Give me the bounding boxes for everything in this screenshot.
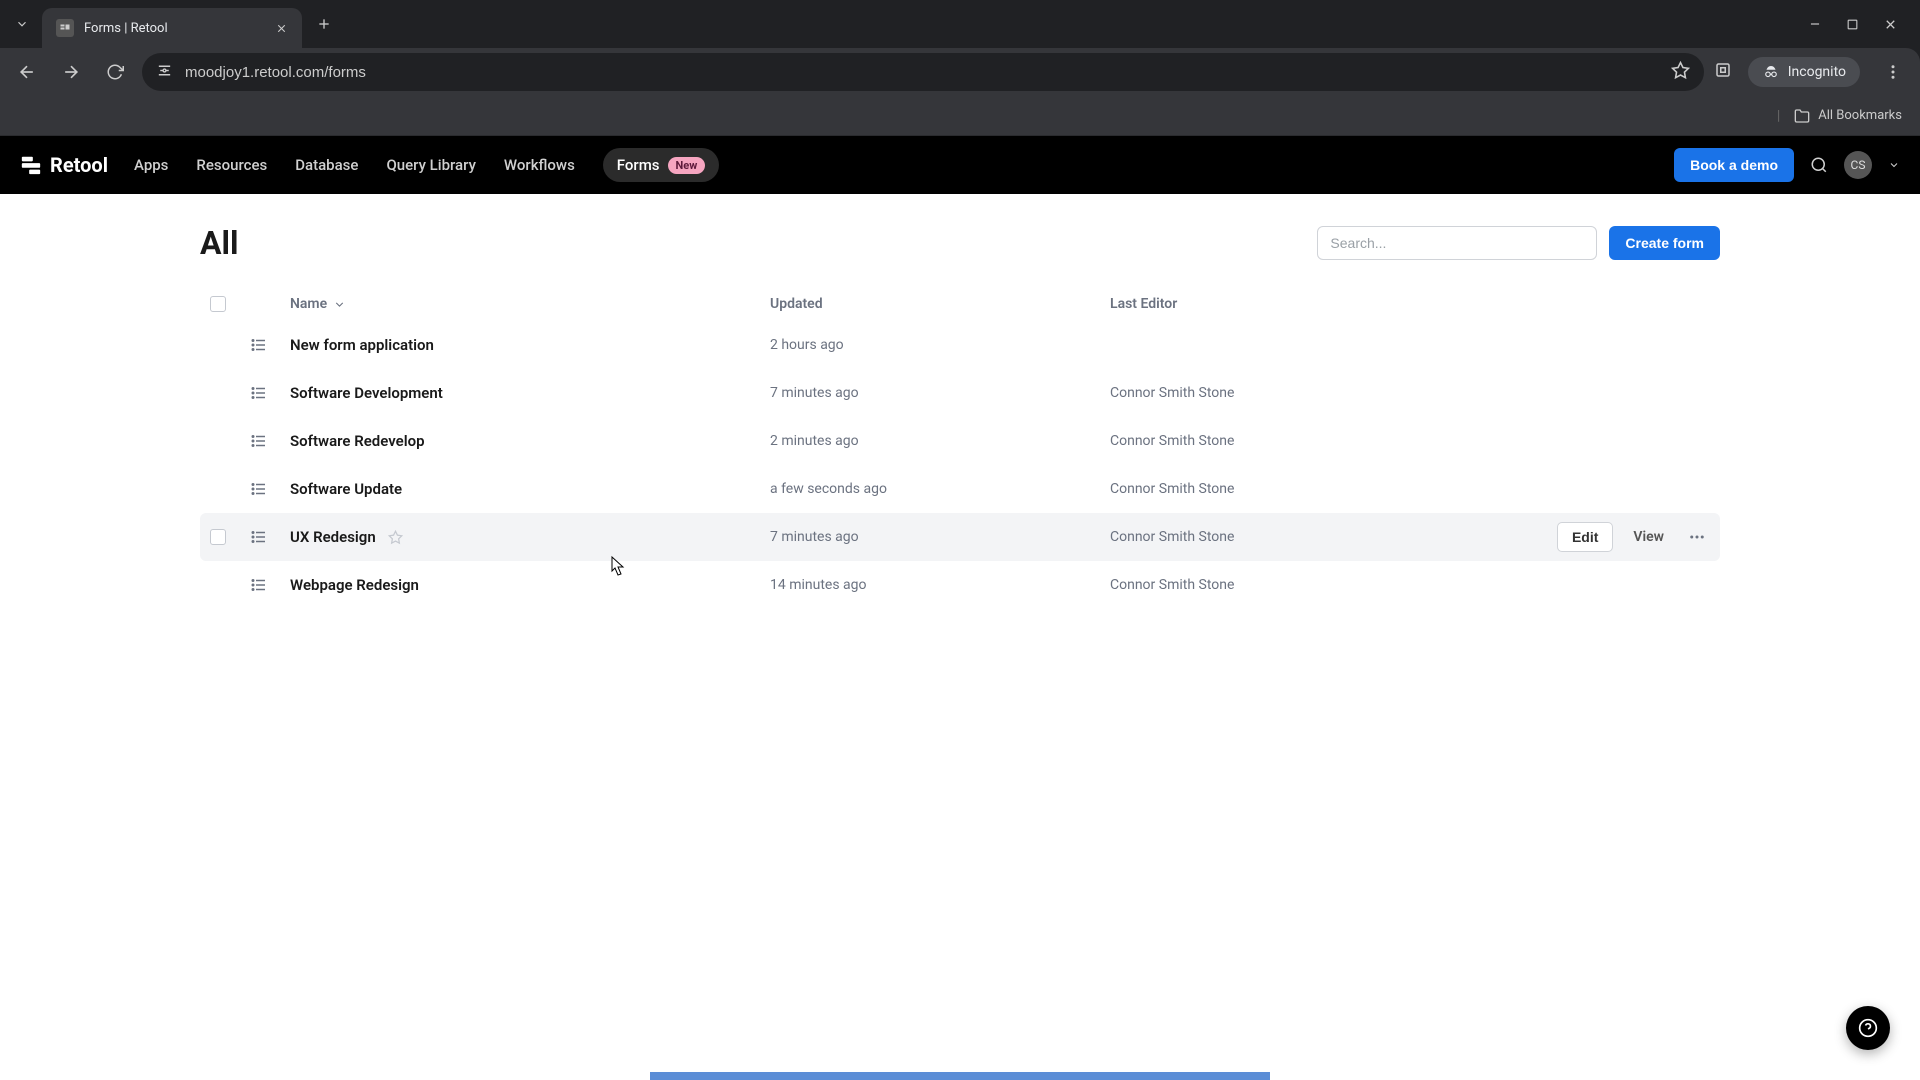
- column-updated-header[interactable]: Updated: [770, 296, 1110, 312]
- row-checkbox[interactable]: [210, 529, 226, 545]
- forms-table: Name Updated Last Editor New form applic…: [200, 288, 1720, 609]
- row-editor: Connor Smith Stone: [1110, 433, 1510, 449]
- row-name-label: Webpage Redesign: [290, 576, 419, 594]
- row-editor: Connor Smith Stone: [1110, 577, 1510, 593]
- all-bookmarks-label: All Bookmarks: [1818, 108, 1902, 123]
- toast-partial: [650, 1072, 1270, 1080]
- row-editor: Connor Smith Stone: [1110, 529, 1510, 545]
- page-title: All: [200, 224, 238, 262]
- nav-workflows[interactable]: Workflows: [504, 156, 575, 174]
- logo[interactable]: Retool: [20, 153, 108, 177]
- back-button[interactable]: [10, 55, 44, 89]
- form-icon: [250, 432, 290, 450]
- browser-tab[interactable]: Forms | Retool: [42, 8, 302, 48]
- search-input[interactable]: [1317, 226, 1597, 260]
- maximize-icon[interactable]: [1846, 17, 1859, 32]
- app-header: Retool Apps Resources Database Query Lib…: [0, 136, 1920, 194]
- table-row[interactable]: Software Redevelop 2 minutes agoConnor Sm…: [200, 417, 1720, 465]
- favicon-icon: [56, 19, 74, 37]
- row-updated: 2 hours ago: [770, 337, 1110, 353]
- form-icon: [250, 480, 290, 498]
- row-editor: Connor Smith Stone: [1110, 481, 1510, 497]
- close-icon[interactable]: [275, 22, 288, 35]
- reload-button[interactable]: [98, 55, 132, 89]
- row-name-label: Software Redevelop: [290, 432, 425, 450]
- sort-icon: [333, 298, 346, 311]
- table-row[interactable]: UX Redesign 7 minutes agoConnor Smith Sto…: [200, 513, 1720, 561]
- tab-strip: Forms | Retool: [0, 0, 1920, 48]
- site-info-icon[interactable]: [156, 62, 173, 83]
- nav-forms-label: Forms: [617, 156, 660, 174]
- form-icon: [250, 576, 290, 594]
- extensions-icon[interactable]: [1714, 61, 1732, 83]
- row-name-label: Software Update: [290, 480, 402, 498]
- bookmark-star-icon[interactable]: [1671, 61, 1690, 84]
- browser-menu-icon[interactable]: [1876, 63, 1910, 81]
- incognito-badge[interactable]: Incognito: [1748, 57, 1860, 87]
- row-updated: 7 minutes ago: [770, 529, 1110, 545]
- form-icon: [250, 384, 290, 402]
- retool-logo-icon: [20, 154, 42, 176]
- table-header-row: Name Updated Last Editor: [200, 288, 1720, 321]
- form-icon: [250, 336, 290, 354]
- edit-button[interactable]: Edit: [1557, 522, 1613, 552]
- table-row[interactable]: New form application 2 hours ago: [200, 321, 1720, 369]
- more-icon[interactable]: [1684, 524, 1710, 550]
- row-name-label: New form application: [290, 336, 434, 354]
- page-content: All Create form Name Updated Last Editor…: [0, 194, 1920, 1080]
- row-updated: 14 minutes ago: [770, 577, 1110, 593]
- row-updated: 2 minutes ago: [770, 433, 1110, 449]
- minimize-icon[interactable]: [1808, 17, 1822, 32]
- brand-name: Retool: [50, 153, 108, 177]
- book-demo-button[interactable]: Book a demo: [1674, 148, 1794, 182]
- nav-resources[interactable]: Resources: [196, 156, 267, 174]
- select-all-checkbox[interactable]: [210, 296, 226, 312]
- close-window-icon[interactable]: [1883, 17, 1898, 32]
- address-bar[interactable]: [142, 53, 1704, 91]
- separator: |: [1777, 108, 1780, 124]
- url-input[interactable]: [185, 64, 1659, 81]
- table-row[interactable]: Software Development 7 minutes agoConnor …: [200, 369, 1720, 417]
- nav-query-library[interactable]: Query Library: [386, 156, 475, 174]
- main-nav: Apps Resources Database Query Library Wo…: [134, 148, 719, 182]
- tab-title: Forms | Retool: [84, 21, 265, 36]
- create-form-button[interactable]: Create form: [1609, 226, 1720, 260]
- incognito-label: Incognito: [1788, 64, 1846, 80]
- forward-button[interactable]: [54, 55, 88, 89]
- star-icon[interactable]: [388, 530, 403, 545]
- row-name-label: Software Development: [290, 384, 443, 402]
- row-editor: Connor Smith Stone: [1110, 385, 1510, 401]
- form-icon: [250, 528, 290, 546]
- view-button[interactable]: View: [1619, 523, 1678, 551]
- help-button[interactable]: [1846, 1006, 1890, 1050]
- row-updated: a few seconds ago: [770, 481, 1110, 497]
- browser-toolbar: Incognito: [0, 48, 1920, 96]
- column-editor-header[interactable]: Last Editor: [1110, 296, 1510, 312]
- new-tab-button[interactable]: [316, 16, 332, 32]
- all-bookmarks-button[interactable]: All Bookmarks: [1794, 108, 1902, 124]
- table-row[interactable]: Software Update a few seconds agoConnor S…: [200, 465, 1720, 513]
- row-name-label: UX Redesign: [290, 528, 376, 546]
- column-name-label: Name: [290, 296, 327, 312]
- nav-forms[interactable]: Forms New: [603, 148, 720, 182]
- window-controls: [1808, 17, 1912, 32]
- chevron-down-icon[interactable]: [1888, 159, 1900, 171]
- table-row[interactable]: Webpage Redesign 14 minutes agoConnor Smi…: [200, 561, 1720, 609]
- row-updated: 7 minutes ago: [770, 385, 1110, 401]
- new-badge: New: [668, 157, 706, 174]
- avatar[interactable]: CS: [1844, 151, 1872, 179]
- nav-database[interactable]: Database: [295, 156, 358, 174]
- search-icon[interactable]: [1810, 156, 1828, 174]
- help-icon: [1858, 1018, 1878, 1038]
- bookmarks-bar: | All Bookmarks: [0, 96, 1920, 136]
- nav-apps[interactable]: Apps: [134, 156, 168, 174]
- tab-search-dropdown[interactable]: [8, 10, 36, 38]
- column-name-header[interactable]: Name: [290, 296, 770, 312]
